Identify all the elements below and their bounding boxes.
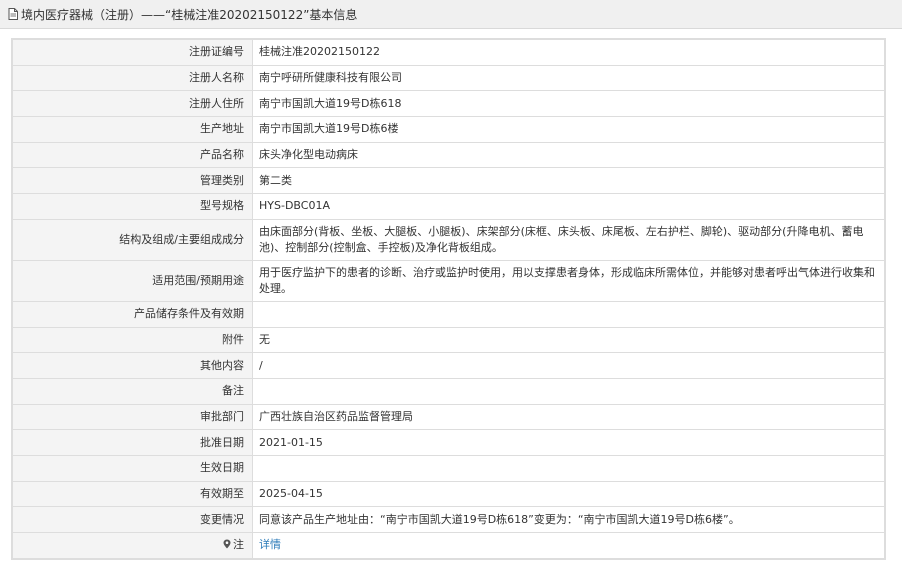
table-row: 管理类别 第二类 (12, 167, 885, 195)
pin-icon (223, 538, 231, 549)
row-label: 附件 (12, 326, 253, 354)
row-label: 注册人名称 (12, 64, 253, 92)
row-label: 变更情况 (12, 506, 253, 533)
table-row: 注册人名称 南宁呼研所健康科技有限公司 (12, 64, 885, 92)
row-value: 广西壮族自治区药品监督管理局 (252, 403, 885, 431)
table-row: 审批部门 广西壮族自治区药品监督管理局 (12, 403, 885, 431)
row-label: 产品名称 (12, 141, 253, 169)
row-label: 生效日期 (12, 454, 253, 482)
row-value: 床头净化型电动病床 (252, 141, 885, 169)
row-value (252, 377, 885, 405)
row-label: 适用范围/预期用途 (12, 259, 253, 302)
page-title: 境内医疗器械（注册）——“桂械注准20202150122”基本信息 (21, 7, 358, 22)
row-value: 同意该产品生产地址由：“南宁市国凯大道19号D栋618”变更为：“南宁市国凯大道… (252, 506, 885, 533)
row-value: HYS-DBC01A (252, 193, 885, 220)
row-value: 南宁呼研所健康科技有限公司 (252, 64, 885, 92)
table-row: 附件 无 (12, 326, 885, 354)
row-label: 注册证编号 (12, 39, 253, 66)
row-value: 第二类 (252, 167, 885, 195)
page-header: 境内医疗器械（注册）——“桂械注准20202150122”基本信息 (0, 0, 902, 29)
table-row: 注 详情 (12, 532, 885, 559)
info-table: 注册证编号 桂械注准20202150122 注册人名称 南宁呼研所健康科技有限公… (11, 38, 886, 560)
row-label: 结构及组成/主要组成成分 (12, 218, 253, 261)
row-value: 南宁市国凯大道19号D栋618 (252, 90, 885, 118)
note-label: 注 (233, 538, 244, 552)
row-value: / (252, 352, 885, 379)
row-value: 用于医疗监护下的患者的诊断、治疗或监护时使用，用以支撑患者身体，形成临床所需体位… (252, 259, 885, 302)
table-row: 生产地址 南宁市国凯大道19号D栋6楼 (12, 116, 885, 143)
row-value: 桂械注准20202150122 (252, 39, 885, 66)
row-value (252, 454, 885, 482)
table-row: 注册证编号 桂械注准20202150122 (12, 39, 885, 66)
row-value (252, 300, 885, 328)
table-row: 产品名称 床头净化型电动病床 (12, 141, 885, 169)
row-value: 详情 (252, 532, 885, 559)
row-label: 型号规格 (12, 193, 253, 220)
row-value: 无 (252, 326, 885, 354)
table-row: 注册人住所 南宁市国凯大道19号D栋618 (12, 90, 885, 118)
row-label: 管理类别 (12, 167, 253, 195)
table-row: 结构及组成/主要组成成分 由床面部分(背板、坐板、大腿板、小腿板)、床架部分(床… (12, 218, 885, 261)
table-row: 型号规格 HYS-DBC01A (12, 193, 885, 220)
table-row: 有效期至 2025-04-15 (12, 480, 885, 508)
row-value: 2021-01-15 (252, 429, 885, 456)
details-link[interactable]: 详情 (259, 538, 281, 551)
table-row: 批准日期 2021-01-15 (12, 429, 885, 456)
table-row: 备注 (12, 377, 885, 405)
table-row: 其他内容 / (12, 352, 885, 379)
row-label: 注册人住所 (12, 90, 253, 118)
row-label: 产品储存条件及有效期 (12, 300, 253, 328)
row-label: 批准日期 (12, 429, 253, 456)
table-row: 适用范围/预期用途 用于医疗监护下的患者的诊断、治疗或监护时使用，用以支撑患者身… (12, 259, 885, 302)
note-label-cell: 注 (12, 532, 253, 559)
row-label: 其他内容 (12, 352, 253, 379)
table-row: 生效日期 (12, 454, 885, 482)
table-row: 产品储存条件及有效期 (12, 300, 885, 328)
row-value: 2025-04-15 (252, 480, 885, 508)
document-icon (8, 8, 18, 20)
table-row: 变更情况 同意该产品生产地址由：“南宁市国凯大道19号D栋618”变更为：“南宁… (12, 506, 885, 533)
row-label: 有效期至 (12, 480, 253, 508)
row-label: 生产地址 (12, 116, 253, 143)
row-value: 南宁市国凯大道19号D栋6楼 (252, 116, 885, 143)
row-label: 备注 (12, 377, 253, 405)
row-value: 由床面部分(背板、坐板、大腿板、小腿板)、床架部分(床框、床头板、床尾板、左右护… (252, 218, 885, 261)
row-label: 审批部门 (12, 403, 253, 431)
